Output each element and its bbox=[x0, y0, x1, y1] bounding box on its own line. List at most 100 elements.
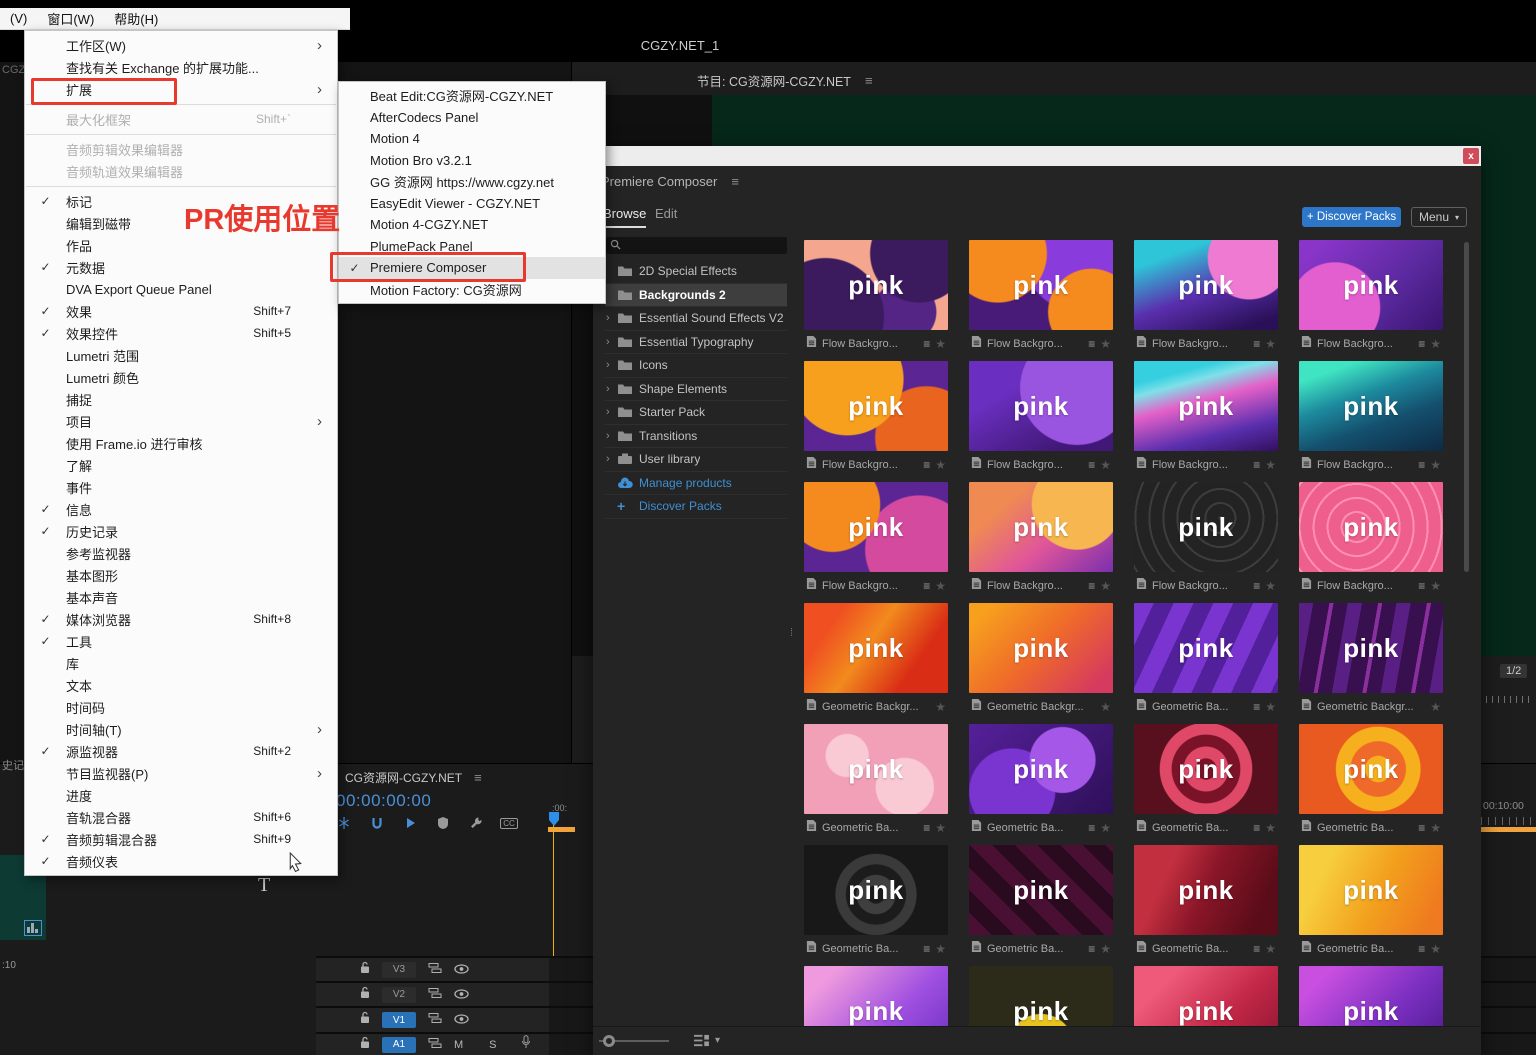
sync-lock-icon[interactable] bbox=[428, 961, 442, 979]
solo-button[interactable]: S bbox=[489, 1039, 496, 1051]
favorite-star-icon[interactable]: ★ bbox=[1265, 458, 1276, 472]
tile-menu-icon[interactable]: ≡ bbox=[1253, 458, 1260, 472]
template-tile[interactable]: pink Geometric Ba... ≡ ★ bbox=[969, 845, 1113, 963]
lock-icon[interactable] bbox=[360, 961, 370, 979]
favorite-star-icon[interactable]: ★ bbox=[1430, 700, 1441, 714]
template-tile[interactable]: pink Flow Backgro... ≡ ★ bbox=[804, 482, 948, 600]
extension-menu-item[interactable]: Motion 4 bbox=[339, 128, 605, 150]
favorite-star-icon[interactable]: ★ bbox=[1265, 942, 1276, 956]
template-thumbnail[interactable]: pink bbox=[804, 482, 948, 572]
favorite-star-icon[interactable]: ★ bbox=[1100, 821, 1111, 835]
favorite-star-icon[interactable]: ★ bbox=[935, 821, 946, 835]
window-menu-item[interactable]: ✓ 媒体浏览器 Shift+8 bbox=[25, 608, 337, 630]
lock-icon[interactable] bbox=[360, 1011, 370, 1029]
chevron-right-icon[interactable]: › bbox=[605, 336, 617, 348]
track-target-a1[interactable]: A1 bbox=[382, 1036, 416, 1053]
sidebar-item-shape-elements[interactable]: › Shape Elements bbox=[605, 378, 787, 401]
favorite-star-icon[interactable]: ★ bbox=[1100, 700, 1111, 714]
panel-divider-handle[interactable]: ⁞ bbox=[790, 628, 793, 639]
tile-menu-icon[interactable]: ≡ bbox=[923, 579, 930, 593]
track-target-v2[interactable]: V2 bbox=[382, 986, 416, 1003]
scrollbar-thumb[interactable] bbox=[1464, 242, 1469, 572]
extension-menu-item[interactable]: Beat Edit:CG资源网-CGZY.NET bbox=[339, 85, 605, 107]
work-area-bar[interactable] bbox=[1481, 827, 1536, 832]
template-tile[interactable]: pink Geometric Ba... ≡ ★ bbox=[1134, 603, 1278, 721]
template-tile[interactable]: pink Flow Backgro... ≡ ★ bbox=[1134, 361, 1278, 479]
template-thumbnail[interactable]: pink bbox=[1299, 240, 1443, 330]
window-menu-item[interactable]: 了解 bbox=[25, 454, 337, 476]
favorite-star-icon[interactable]: ★ bbox=[935, 458, 946, 472]
sync-lock-icon[interactable] bbox=[428, 1011, 442, 1029]
template-thumbnail[interactable]: pink bbox=[1134, 361, 1278, 451]
template-tile[interactable]: pink Flow Backgro... ≡ ★ bbox=[969, 240, 1113, 358]
template-tile[interactable]: pink Flow Backgro... ≡ ★ bbox=[969, 482, 1113, 600]
mic-icon[interactable] bbox=[521, 1035, 531, 1054]
timeline-ruler-right[interactable]: 00:10:00 bbox=[1483, 800, 1524, 812]
window-menu-item[interactable]: ✓ 元数据 bbox=[25, 256, 337, 278]
playhead-marker[interactable] bbox=[548, 811, 560, 832]
template-tile[interactable]: pink Geometric Ba... ≡ ★ bbox=[804, 845, 948, 963]
favorite-star-icon[interactable]: ★ bbox=[935, 337, 946, 351]
chevron-right-icon[interactable]: › bbox=[605, 406, 617, 418]
window-menu-item[interactable]: 事件 bbox=[25, 476, 337, 498]
template-tile[interactable]: pink Flow Backgro... ≡ ★ bbox=[804, 361, 948, 479]
tile-menu-icon[interactable]: ≡ bbox=[1088, 821, 1095, 835]
template-thumbnail[interactable]: pink bbox=[969, 603, 1113, 693]
tile-menu-icon[interactable]: ≡ bbox=[1418, 458, 1425, 472]
audio-meter-icon[interactable] bbox=[24, 920, 42, 936]
slider-knob[interactable] bbox=[603, 1035, 615, 1047]
template-tile[interactable]: pink bbox=[969, 966, 1113, 1026]
extension-menu-item[interactable]: EasyEdit Viewer - CGZY.NET bbox=[339, 193, 605, 215]
captions-icon[interactable]: CC bbox=[500, 815, 518, 831]
window-menu-item[interactable]: 库 bbox=[25, 652, 337, 674]
template-tile[interactable]: pink Flow Backgro... ≡ ★ bbox=[1299, 361, 1443, 479]
favorite-star-icon[interactable]: ★ bbox=[935, 700, 946, 714]
sidebar-item-2d-special-effects[interactable]: 2D Special Effects bbox=[605, 260, 787, 284]
template-tile[interactable]: pink Flow Backgro... ≡ ★ bbox=[804, 240, 948, 358]
template-thumbnail[interactable]: pink bbox=[1134, 845, 1278, 935]
favorite-star-icon[interactable]: ★ bbox=[1265, 337, 1276, 351]
extension-menu-item[interactable]: Motion Bro v3.2.1 bbox=[339, 150, 605, 172]
chevron-right-icon[interactable]: › bbox=[605, 359, 617, 371]
menu-button[interactable]: Menu ▾ bbox=[1411, 207, 1467, 227]
template-thumbnail[interactable]: pink bbox=[969, 845, 1113, 935]
panel-menu-icon[interactable]: ≡ bbox=[474, 770, 482, 785]
tile-menu-icon[interactable]: ≡ bbox=[1253, 337, 1260, 351]
template-tile[interactable]: pink Flow Backgro... ≡ ★ bbox=[1134, 240, 1278, 358]
template-thumbnail[interactable]: pink bbox=[1299, 966, 1443, 1026]
window-menu-item[interactable]: 查找有关 Exchange 的扩展功能... bbox=[25, 56, 337, 78]
favorite-star-icon[interactable]: ★ bbox=[1265, 700, 1276, 714]
window-menu-item[interactable]: 参考监视器 bbox=[25, 542, 337, 564]
magnet-icon[interactable] bbox=[369, 815, 385, 831]
window-menu-item[interactable]: 时间轴(T) › bbox=[25, 718, 337, 740]
window-menu-item[interactable]: 节目监视器(P) › bbox=[25, 762, 337, 784]
template-thumbnail[interactable]: pink bbox=[1134, 603, 1278, 693]
window-menu-item[interactable]: ✓ 历史记录 bbox=[25, 520, 337, 542]
template-thumbnail[interactable]: pink bbox=[804, 845, 948, 935]
template-thumbnail[interactable]: pink bbox=[969, 482, 1113, 572]
favorite-star-icon[interactable]: ★ bbox=[1265, 821, 1276, 835]
sidebar-item-icons[interactable]: › Icons bbox=[605, 354, 787, 378]
eye-icon[interactable] bbox=[454, 961, 469, 979]
window-menu-item[interactable]: ✓ 信息 bbox=[25, 498, 337, 520]
template-thumbnail[interactable]: pink bbox=[969, 724, 1113, 814]
panel-menu-icon[interactable]: ≡ bbox=[865, 73, 873, 88]
chevron-right-icon[interactable]: › bbox=[605, 312, 617, 324]
window-menu-item[interactable]: 基本图形 bbox=[25, 564, 337, 586]
program-monitor-header[interactable]: 节目: CG资源网-CGZY.NET ≡ bbox=[697, 71, 873, 90]
window-menu-item[interactable]: 音轨混合器 Shift+6 bbox=[25, 806, 337, 828]
tile-menu-icon[interactable]: ≡ bbox=[1253, 700, 1260, 714]
template-thumbnail[interactable]: pink bbox=[804, 724, 948, 814]
tile-menu-icon[interactable]: ≡ bbox=[1253, 579, 1260, 593]
tile-menu-icon[interactable]: ≡ bbox=[923, 942, 930, 956]
window-menu-item[interactable]: Lumetri 颜色 bbox=[25, 366, 337, 388]
template-thumbnail[interactable]: pink bbox=[1299, 603, 1443, 693]
window-menu-item[interactable]: 文本 bbox=[25, 674, 337, 696]
template-tile[interactable]: pink bbox=[1134, 966, 1278, 1026]
sidebar-item-starter-pack[interactable]: › Starter Pack bbox=[605, 401, 787, 425]
tile-menu-icon[interactable]: ≡ bbox=[923, 821, 930, 835]
search-input[interactable] bbox=[606, 237, 787, 254]
eye-icon[interactable] bbox=[454, 1011, 469, 1029]
window-menu-item[interactable]: ✓ 音频剪辑混合器 Shift+9 bbox=[25, 828, 337, 850]
menubar-item[interactable]: 帮助(H) bbox=[104, 9, 168, 28]
